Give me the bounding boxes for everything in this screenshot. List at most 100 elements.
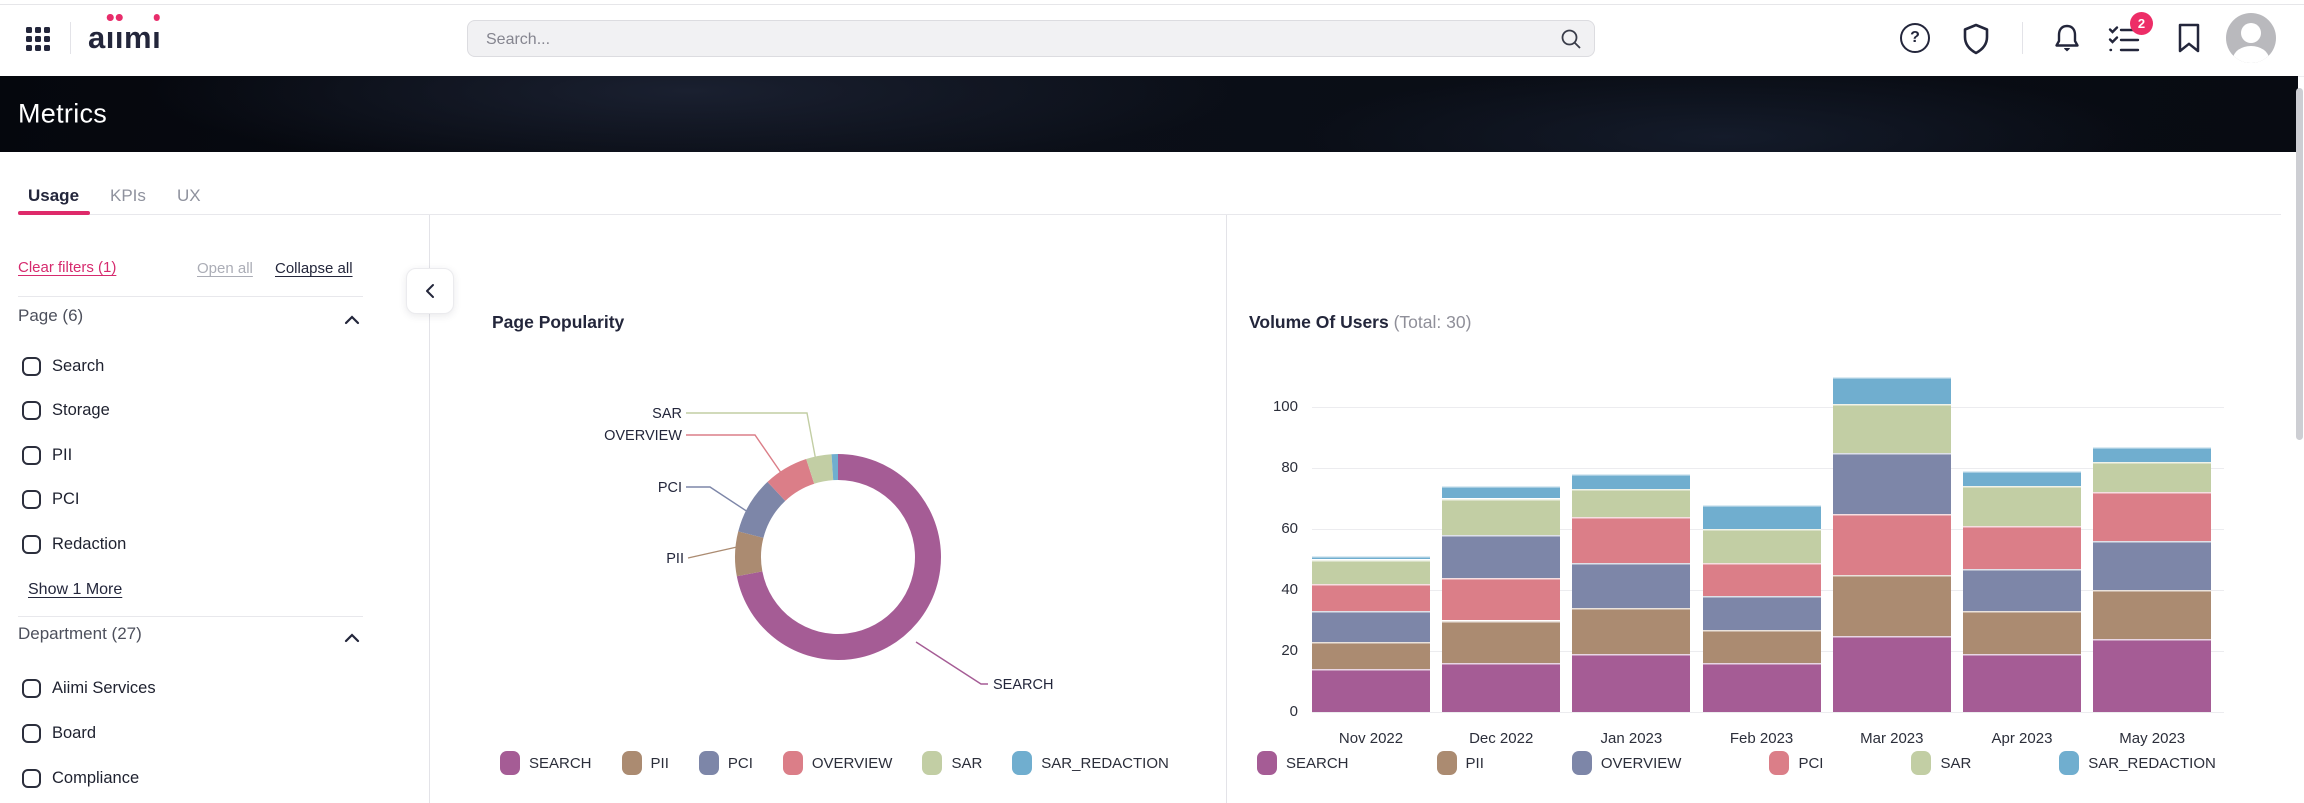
bar-May-2023-SAR_REDACTION[interactable] (2093, 447, 2211, 462)
bar-Jan-2023-PII[interactable] (1572, 608, 1690, 654)
bell-icon[interactable] (2050, 21, 2084, 60)
bar-Nov-2022-PII[interactable] (1312, 642, 1430, 669)
bar-Feb-2023-SEARCH[interactable] (1703, 663, 1821, 712)
donut-slice-OVERVIEW[interactable] (767, 459, 814, 501)
bar-Dec-2022-SAR[interactable] (1442, 499, 1560, 536)
donut-slice-PII[interactable] (735, 531, 763, 576)
bar-Feb-2023-SAR_REDACTION[interactable] (1703, 505, 1821, 529)
bar-Feb-2023-PCI[interactable] (1703, 563, 1821, 597)
donut-slice-SAR[interactable] (806, 454, 833, 484)
legend-item-sar_redaction[interactable]: SAR_REDACTION (2059, 751, 2216, 775)
bar-Mar-2023-OVERVIEW[interactable] (1833, 453, 1951, 514)
bar-Jan-2023-SAR_REDACTION[interactable] (1572, 474, 1690, 489)
bar-Jan-2023-OVERVIEW[interactable] (1572, 563, 1690, 609)
donut-slice-PCI[interactable] (738, 482, 785, 538)
filter-option-pci[interactable]: PCI (22, 489, 80, 511)
bar-Apr-2023-PII[interactable] (1963, 611, 2081, 654)
legend-item-pci[interactable]: PCI (1769, 751, 1823, 775)
bar-Nov-2022-SAR[interactable] (1312, 560, 1430, 584)
clear-filters-link[interactable]: Clear filters (1) (18, 259, 116, 276)
bar-Mar-2023-SAR[interactable] (1833, 404, 1951, 453)
bar-Apr-2023-PCI[interactable] (1963, 526, 2081, 569)
legend-item-overview[interactable]: OVERVIEW (783, 751, 893, 775)
bar-Dec-2022-PCI[interactable] (1442, 578, 1560, 621)
bar-May-2023-OVERVIEW[interactable] (2093, 541, 2211, 590)
aiimi-logo[interactable]: aıımı (88, 20, 161, 56)
tab-ux[interactable]: UX (177, 186, 201, 206)
collapse-panel-button[interactable] (406, 268, 454, 314)
filter-section-page[interactable]: Page (6) (18, 306, 83, 326)
filter-option-pii[interactable]: PII (22, 444, 72, 466)
shield-icon[interactable] (1960, 22, 1992, 61)
checkbox-unchecked[interactable] (22, 490, 41, 509)
bar-Jan-2023-PCI[interactable] (1572, 517, 1690, 563)
filter-option-redaction[interactable]: Redaction (22, 533, 126, 555)
filter-option-compliance[interactable]: Compliance (22, 767, 139, 789)
app-grid-icon[interactable] (26, 27, 50, 51)
bar-Apr-2023-SAR_REDACTION[interactable] (1963, 471, 2081, 486)
chevron-up-icon[interactable] (344, 312, 360, 322)
scrollbar-thumb[interactable] (2296, 88, 2303, 440)
checkbox-unchecked[interactable] (22, 535, 41, 554)
legend-item-pii[interactable]: PII (622, 751, 669, 775)
donut-slice-SEARCH[interactable] (737, 454, 941, 660)
checkbox-unchecked[interactable] (22, 357, 41, 376)
bar-Nov-2022-PCI[interactable] (1312, 584, 1430, 611)
show-more-link[interactable]: Show 1 More (28, 581, 122, 599)
filter-option-storage[interactable]: Storage (22, 400, 110, 422)
legend-item-pci[interactable]: PCI (699, 751, 753, 775)
bar-Jan-2023-SEARCH[interactable] (1572, 654, 1690, 712)
bar-Dec-2022-SAR_REDACTION[interactable] (1442, 486, 1560, 498)
bar-Mar-2023-PII[interactable] (1833, 575, 1951, 636)
filter-option-search[interactable]: Search (22, 355, 104, 377)
chevron-up-icon[interactable] (344, 630, 360, 640)
legend-swatch (2059, 751, 2079, 775)
bar-Dec-2022-PII[interactable] (1442, 621, 1560, 664)
checkbox-unchecked[interactable] (22, 724, 41, 743)
bar-Feb-2023-SAR[interactable] (1703, 529, 1821, 563)
search-input[interactable] (484, 21, 1548, 58)
tab-kpis[interactable]: KPIs (110, 186, 146, 206)
bar-Feb-2023-OVERVIEW[interactable] (1703, 596, 1821, 630)
donut-slice-SAR_REDACTION[interactable] (832, 454, 838, 480)
bookmark-icon[interactable] (2176, 22, 2202, 59)
checkbox-unchecked[interactable] (22, 446, 41, 465)
bar-May-2023-PCI[interactable] (2093, 492, 2211, 541)
search-icon[interactable] (1560, 28, 1582, 55)
bar-Apr-2023-SEARCH[interactable] (1963, 654, 2081, 712)
filter-section-department[interactable]: Department (27) (18, 624, 142, 644)
bar-May-2023-SAR[interactable] (2093, 462, 2211, 493)
bar-May-2023-PII[interactable] (2093, 590, 2211, 639)
legend-item-sar[interactable]: SAR (1911, 751, 1971, 775)
bar-Jan-2023-SAR[interactable] (1572, 489, 1690, 516)
legend-item-overview[interactable]: OVERVIEW (1572, 751, 1682, 775)
bar-Dec-2022-SEARCH[interactable] (1442, 663, 1560, 712)
bar-Nov-2022-SAR_REDACTION[interactable] (1312, 556, 1430, 559)
checkbox-unchecked[interactable] (22, 769, 41, 788)
bar-Nov-2022-OVERVIEW[interactable] (1312, 611, 1430, 642)
legend-item-search[interactable]: SEARCH (1257, 751, 1349, 775)
tab-usage[interactable]: Usage (28, 186, 79, 206)
checkbox-unchecked[interactable] (22, 679, 41, 698)
bar-Apr-2023-SAR[interactable] (1963, 486, 2081, 526)
legend-item-sar_redaction[interactable]: SAR_REDACTION (1012, 751, 1169, 775)
bar-Apr-2023-OVERVIEW[interactable] (1963, 569, 2081, 612)
checkbox-unchecked[interactable] (22, 401, 41, 420)
filter-option-aiimi-services[interactable]: Aiimi Services (22, 677, 156, 699)
bar-Dec-2022-OVERVIEW[interactable] (1442, 535, 1560, 578)
filter-option-board[interactable]: Board (22, 722, 96, 744)
legend-label: SAR (951, 755, 982, 772)
bar-Nov-2022-SEARCH[interactable] (1312, 669, 1430, 712)
bar-Mar-2023-SEARCH[interactable] (1833, 636, 1951, 712)
help-icon[interactable]: ? (1900, 23, 1930, 53)
avatar[interactable] (2226, 13, 2276, 63)
collapse-all-link[interactable]: Collapse all (275, 260, 353, 277)
bar-Mar-2023-SAR_REDACTION[interactable] (1833, 377, 1951, 404)
legend-item-search[interactable]: SEARCH (500, 751, 592, 775)
bar-Feb-2023-PII[interactable] (1703, 630, 1821, 664)
bar-Mar-2023-PCI[interactable] (1833, 514, 1951, 575)
bar-May-2023-SEARCH[interactable] (2093, 639, 2211, 712)
legend-item-sar[interactable]: SAR (922, 751, 982, 775)
legend-item-pii[interactable]: PII (1437, 751, 1484, 775)
open-all-link[interactable]: Open all (197, 260, 253, 277)
